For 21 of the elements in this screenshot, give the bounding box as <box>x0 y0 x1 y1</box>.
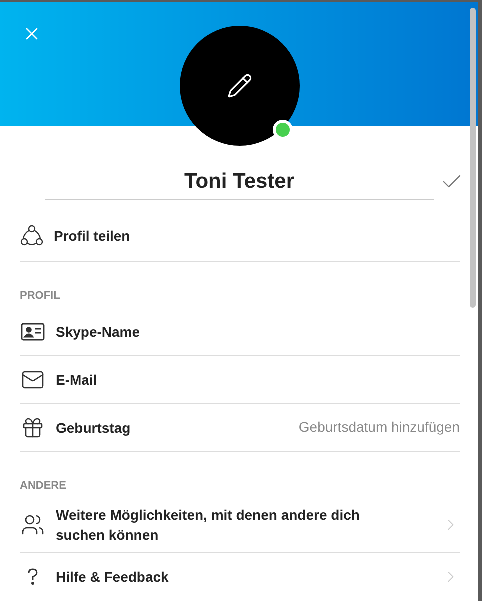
row-value: Geburtsdatum hinzufügen <box>298 418 460 437</box>
section-heading: PROFIL <box>20 288 62 304</box>
row-label: Hilfe & Feedback <box>56 568 170 586</box>
row-label: Weitere Möglichkeiten, mit denen andere dich suchen können <box>56 506 361 545</box>
id-card-icon <box>21 322 45 342</box>
share-profile-row[interactable]: Profil teilen <box>20 212 460 262</box>
share-icon <box>20 224 44 248</box>
settings-row[interactable]: Weitere Möglichkeiten, mit denen andere dich suchen können <box>20 498 460 552</box>
settings-row[interactable]: Geburtstag Geburtsdatum hinzufügen <box>20 404 460 452</box>
pencil-icon <box>227 73 253 99</box>
settings-row[interactable]: E-Mail <box>20 356 460 404</box>
row-label: Geburtstag <box>56 418 132 438</box>
gift-icon <box>21 416 45 440</box>
settings-row[interactable]: Hilfe & Feedback <box>20 552 460 600</box>
settings-row[interactable]: Skype-Name <box>20 308 460 356</box>
section-heading: ANDERE <box>20 479 68 494</box>
people-icon <box>21 513 45 537</box>
row-label: Skype-Name <box>56 322 142 342</box>
row-label: E-Mail <box>56 370 98 390</box>
name-field[interactable]: Toni Tester <box>45 166 434 200</box>
question-mark-icon <box>26 568 40 586</box>
